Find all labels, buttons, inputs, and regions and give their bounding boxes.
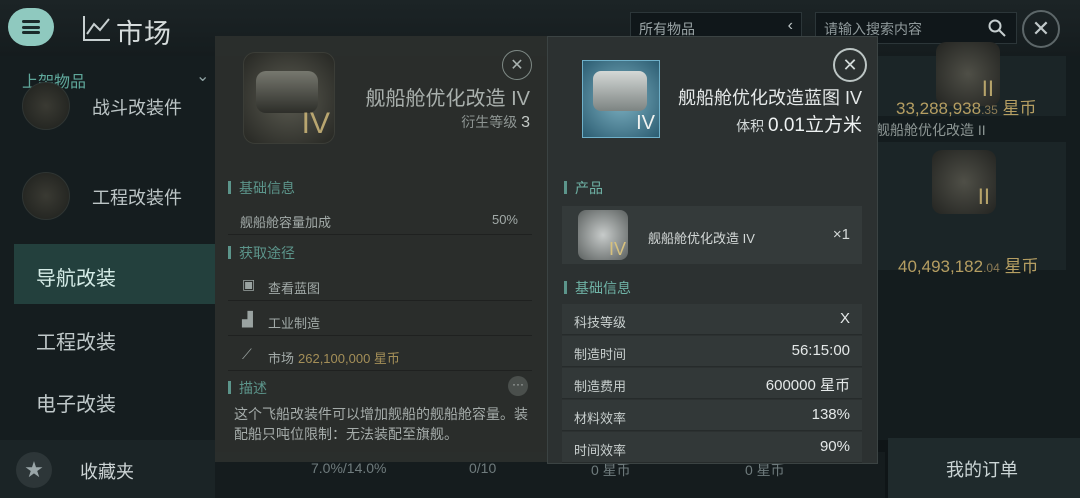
attr-value: 600000 星币: [765, 377, 850, 394]
source-label: 查看蓝图: [268, 281, 321, 296]
search-icon[interactable]: [988, 19, 1006, 37]
sidebar-item-label: 电子改装: [36, 394, 116, 416]
source-market-link[interactable]: ⟋ 市场 262,100,000 星币: [228, 340, 532, 371]
tier-badge: IV: [636, 112, 655, 134]
item-description: 这个飞船改装件可以增加舰船的舰船舱容量。装配船只吨位限制：无法装配至旗舰。: [234, 406, 528, 442]
tier-badge: II: [977, 184, 990, 209]
order-count: 0/10: [469, 460, 497, 476]
module-icon: IV: [243, 52, 335, 144]
meta-level: 衍生等级 3: [461, 114, 530, 131]
canister-icon: [593, 71, 647, 111]
favorites-button[interactable]: ★ 收藏夹: [0, 440, 215, 498]
section-basic-info: 基础信息: [228, 178, 295, 198]
blueprint-attr-row: 制造时间 56:15:00: [562, 336, 862, 367]
module-icon: IV: [578, 210, 628, 260]
blueprint-icon: ▣: [242, 276, 256, 292]
factory-icon: ▟: [242, 311, 253, 327]
source-label: 市场: [268, 351, 295, 366]
page-title: 市场: [116, 19, 172, 49]
close-icon[interactable]: ✕: [833, 48, 867, 82]
attr-value: 138%: [811, 406, 850, 423]
product-quantity: ×1: [832, 226, 850, 243]
blueprint-icon: IV: [582, 60, 660, 138]
sidebar-item-label: 工程改装件: [92, 188, 182, 208]
attr-label: 制造费用: [574, 379, 627, 394]
more-icon[interactable]: ···: [508, 376, 528, 396]
market-chart-icon: ⟋: [242, 346, 252, 362]
item-name: 舰船舱优化改造 IV: [365, 88, 530, 110]
source-industry-link[interactable]: ▟ 工业制造: [228, 305, 532, 336]
blueprint-attr-row: 制造费用 600000 星币: [562, 368, 862, 399]
sidebar-item-electronics[interactable]: 电子改装: [14, 370, 215, 430]
sidebar-item-label: 工程改装: [36, 332, 116, 354]
blueprint-attr-row: 科技等级 X: [562, 304, 862, 335]
sidebar-item-engineering[interactable]: 工程改装: [14, 308, 215, 368]
sidebar-item-combat-mods[interactable]: 战斗改装件: [16, 76, 215, 136]
section-description: 描述: [228, 378, 267, 398]
item-price: 33,288,938.35 星币: [896, 99, 1037, 118]
blueprint-volume: 体积 0.01立方米: [736, 115, 862, 136]
attribute-value: 50%: [491, 212, 518, 227]
menu-button[interactable]: [8, 8, 54, 46]
attr-label: 材料效率: [574, 411, 627, 426]
my-orders-label: 我的订单: [946, 460, 1018, 480]
attr-value: 56:15:00: [791, 342, 850, 359]
market-chart-icon: [83, 16, 110, 41]
blueprint-attr-row: 材料效率 138%: [562, 400, 862, 431]
section-sources: 获取途径: [228, 243, 295, 263]
tier-badge: IV: [301, 107, 330, 140]
sidebar-item-navigation[interactable]: 导航改装: [14, 244, 215, 304]
star-icon: ★: [16, 452, 52, 488]
menu-icon: [22, 20, 40, 34]
attr-label: 科技等级: [574, 315, 627, 330]
attr-value: X: [839, 310, 850, 327]
attr-label: 时间效率: [574, 443, 627, 458]
module-icon: [22, 172, 70, 220]
tax-rate: 7.0%/14.0%: [311, 460, 387, 476]
sidebar-item-label: 导航改装: [36, 268, 116, 290]
sidebar-item-label: 战斗改装件: [92, 98, 182, 118]
attribute-label: 舰船舱容量加成: [240, 215, 332, 230]
item-name: 舰船舱优化改造 II: [876, 122, 986, 138]
close-icon[interactable]: ✕: [502, 50, 532, 80]
item-price: 40,493,182.04 星币: [898, 257, 1039, 276]
sidebar-item-engineering-mods[interactable]: 工程改装件: [16, 166, 215, 226]
module-icon: [22, 82, 70, 130]
blueprint-attr-row: 时间效率 90%: [562, 432, 862, 463]
attr-value: 90%: [819, 438, 850, 455]
tier-badge: IV: [608, 239, 626, 259]
attribute-row: 舰船舱容量加成 50%: [228, 204, 532, 235]
attr-label: 制造时间: [574, 347, 627, 362]
list-item[interactable]: II: [876, 142, 1066, 270]
section-basic-info: 基础信息: [564, 278, 631, 298]
my-orders-button[interactable]: 我的订单: [888, 438, 1080, 498]
section-product: 产品: [564, 178, 603, 198]
source-blueprint-link[interactable]: ▣ 查看蓝图: [228, 270, 532, 301]
blueprint-name: 舰船舱优化改造蓝图 IV: [677, 88, 862, 108]
product-name: 舰船舱优化改造 IV: [648, 231, 755, 246]
favorites-label: 收藏夹: [80, 462, 134, 482]
market-price: 262,100,000 星币: [298, 351, 400, 366]
product-row[interactable]: IV 舰船舱优化改造 IV ×1: [562, 206, 862, 264]
close-icon[interactable]: ✕: [1022, 10, 1060, 48]
source-label: 工业制造: [268, 316, 321, 331]
module-icon: II: [932, 150, 996, 214]
market-item-list: II 33,288,938.35 星币 舰船舱优化改造 II II 40,493…: [876, 42, 1080, 440]
chevron-left-icon: ‹: [787, 17, 793, 34]
